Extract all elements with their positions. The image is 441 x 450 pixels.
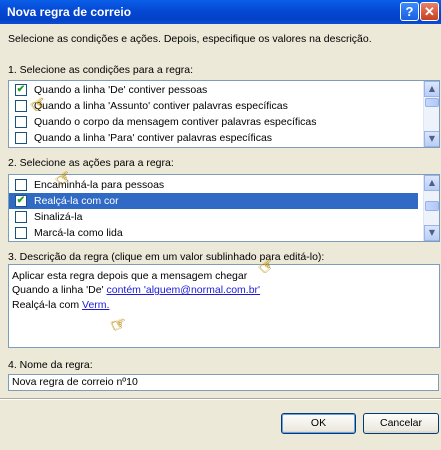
list-item-label: Marcá-la como lida (34, 227, 123, 239)
checkbox[interactable] (15, 179, 27, 191)
window-title: Nova regra de correio (7, 5, 132, 19)
scroll-down-icon[interactable]: ▼ (424, 131, 439, 147)
list-item[interactable]: Quando o corpo da mensagem contiver pala… (9, 114, 418, 130)
checkbox[interactable] (15, 211, 27, 223)
actions-label: 2. Selecione as ações para a regra: (8, 157, 174, 169)
list-item-label: Quando a linha 'Assunto' contiver palavr… (34, 100, 288, 112)
scrollbar[interactable]: ▲ ▼ (423, 81, 439, 147)
description-line: Aplicar esta regra depois que a mensagem… (12, 270, 248, 282)
checkbox[interactable] (15, 100, 27, 112)
title-bar: Nova regra de correio (0, 0, 441, 24)
checkbox[interactable] (15, 227, 27, 239)
description-label: 3. Descrição da regra (clique em um valo… (8, 251, 325, 263)
description-line: Realçá-la com Verm. (12, 299, 109, 311)
divider (0, 398, 441, 400)
scrollbar[interactable]: ▲ ▼ (423, 175, 439, 241)
scroll-up-icon[interactable]: ▲ (424, 81, 439, 97)
name-label: 4. Nome da regra: (8, 359, 93, 371)
help-button[interactable]: ? (400, 2, 419, 21)
cancel-button[interactable]: Cancelar (363, 413, 439, 434)
list-item-label: Quando o corpo da mensagem contiver pala… (34, 116, 317, 128)
conditions-list[interactable]: ✔ Quando a linha 'De' contiver pessoas Q… (8, 80, 440, 148)
list-item[interactable]: ✔ Realçá-la com cor (9, 193, 418, 209)
checkbox[interactable] (15, 132, 27, 144)
actions-list[interactable]: Encaminhá-la para pessoas ✔ Realçá-la co… (8, 174, 440, 242)
list-item[interactable]: ✔ Quando a linha 'De' contiver pessoas (9, 82, 418, 98)
from-condition-link[interactable]: contém 'alguem@normal.com.br' (107, 284, 261, 296)
scroll-up-icon[interactable]: ▲ (424, 175, 439, 191)
scroll-thumb[interactable] (425, 98, 439, 107)
description-text: Realçá-la com (12, 299, 83, 311)
ok-button[interactable]: OK (281, 413, 356, 434)
list-item-label: Realçá-la com cor (34, 195, 119, 207)
list-item[interactable]: Sinalizá-la (9, 209, 418, 225)
conditions-label: 1. Selecione as condições para a regra: (8, 64, 194, 76)
list-item-label: Quando a linha 'De' contiver pessoas (34, 84, 208, 96)
description-text: Quando a linha 'De' (12, 284, 107, 296)
close-button[interactable]: ✕ (420, 2, 439, 21)
intro-text: Selecione as condições e ações. Depois, … (8, 33, 372, 45)
checkbox[interactable]: ✔ (15, 195, 27, 207)
scroll-down-icon[interactable]: ▼ (424, 225, 439, 241)
checkbox[interactable]: ✔ (15, 84, 27, 96)
color-link[interactable]: Verm. (82, 299, 109, 311)
list-item[interactable]: Quando a linha 'Para' contiver palavras … (9, 130, 418, 146)
list-item-label: Sinalizá-la (34, 211, 83, 223)
rule-name-input[interactable]: Nova regra de correio nº10 (8, 374, 439, 391)
description-line: Quando a linha 'De' contém 'alguem@norma… (12, 284, 260, 296)
checkbox[interactable] (15, 116, 27, 128)
list-item[interactable]: Quando a linha 'Assunto' contiver palavr… (9, 98, 418, 114)
list-item-label: Quando a linha 'Para' contiver palavras … (34, 132, 273, 144)
description-box: Aplicar esta regra depois que a mensagem… (8, 264, 440, 348)
list-item[interactable]: Marcá-la como lida (9, 225, 418, 241)
scroll-thumb[interactable] (425, 201, 439, 211)
